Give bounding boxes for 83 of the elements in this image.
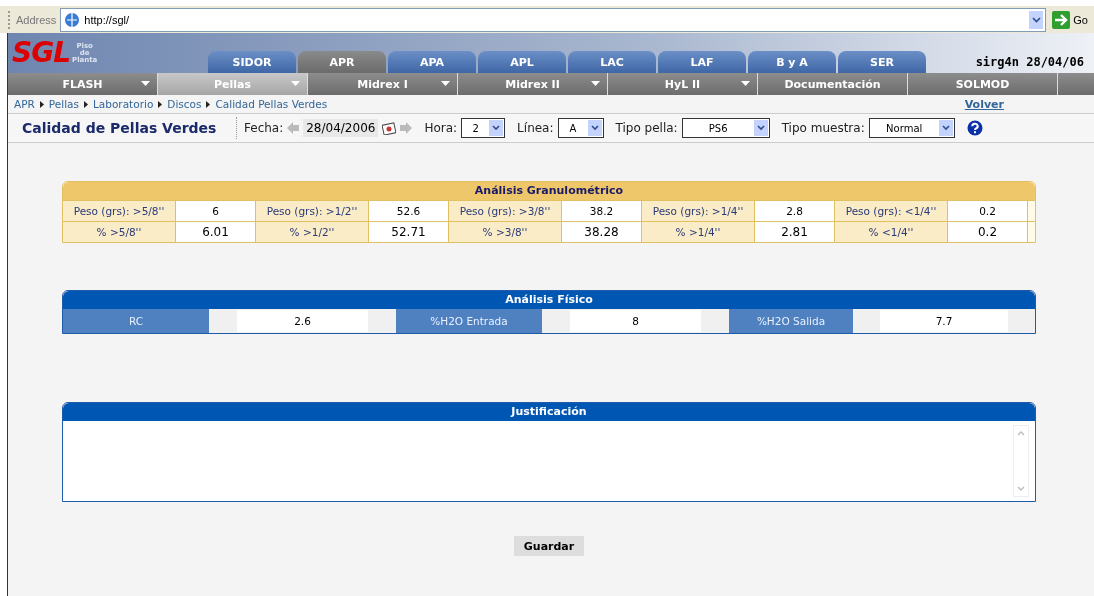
field-label: Tipo muestra: — [781, 121, 865, 135]
date-label: Fecha: — [244, 121, 284, 135]
table-cell: 0.2 — [948, 201, 1028, 221]
breadcrumb-link[interactable]: Pellas — [48, 98, 79, 110]
nav-tab[interactable]: APL — [478, 51, 566, 73]
arrow-icon — [84, 100, 88, 108]
select-field[interactable]: 2 — [461, 118, 506, 138]
globe-icon — [64, 11, 81, 28]
chevron-down-icon — [590, 125, 599, 131]
field-label: Tipo pella: — [615, 121, 678, 135]
table-label: Peso (grs): >3/8'' — [449, 201, 562, 221]
nav-tab[interactable]: SIDOR — [208, 51, 296, 73]
breadcrumb-link[interactable]: Calidad Pellas Verdes — [215, 98, 328, 110]
table-label: %H2O Entrada — [396, 309, 542, 333]
table-cell: 52.71 — [369, 222, 449, 242]
arrow-icon — [158, 100, 163, 108]
table-label: % >5/8'' — [63, 222, 176, 242]
address-field[interactable]: http://sgl/ — [60, 7, 1047, 32]
date-field[interactable]: 28/04/2006 — [303, 119, 379, 137]
chevron-down-icon — [492, 125, 501, 131]
table-label: Peso (grs): >5/8'' — [63, 201, 176, 221]
table-cell: 2.8 — [755, 201, 835, 221]
value-field[interactable]: 8 — [570, 310, 701, 332]
table-label: % >1/4'' — [642, 222, 755, 242]
table-title: Análisis Granulométrico — [63, 182, 1035, 200]
table-cell: 38.2 — [562, 201, 642, 221]
nav-tab[interactable]: APR — [298, 51, 386, 73]
nav-tab[interactable]: B y A — [748, 51, 836, 73]
breadcrumb-link[interactable]: Discos — [167, 98, 202, 110]
nav-tab[interactable]: LAC — [568, 51, 656, 73]
select-field[interactable]: A — [557, 118, 604, 138]
left-arrow-icon[interactable] — [287, 122, 300, 134]
table-label: % <1/4'' — [835, 222, 948, 242]
nav-tab[interactable]: APA — [388, 51, 476, 73]
table-label: Peso (grs): >1/4'' — [642, 201, 755, 221]
menu-item[interactable]: HyL II — [608, 73, 758, 95]
table-cell: 6.01 — [176, 222, 256, 242]
right-arrow-icon — [1052, 10, 1071, 29]
user-info: sirg4n 28/04/06 — [975, 55, 1084, 69]
nav-tab[interactable]: SER — [838, 51, 926, 73]
table-cell: 52.6 — [369, 201, 449, 221]
menu-item[interactable]: Documentación — [758, 73, 908, 95]
calendar-icon[interactable] — [382, 121, 397, 135]
nav-tab[interactable]: LAF — [658, 51, 746, 73]
table-label: Peso (grs): <1/4'' — [835, 201, 948, 221]
chevron-down-icon — [756, 125, 765, 131]
go-button[interactable]: Go — [1046, 10, 1094, 29]
breadcrumb-link[interactable]: APR — [14, 98, 35, 110]
table-label: RC — [63, 309, 209, 333]
scrollbar[interactable] — [1013, 425, 1029, 497]
value-field[interactable]: 2.6 — [237, 310, 368, 332]
table-cell: 0.2 — [948, 222, 1028, 242]
table-label: Peso (grs): >1/2'' — [256, 201, 369, 221]
panel-title: Justificación — [63, 403, 1035, 421]
field-label: Hora: — [424, 121, 458, 135]
table-label: % >1/2'' — [256, 222, 369, 242]
chevron-down-icon[interactable] — [1017, 486, 1025, 492]
address-label: Address — [16, 13, 57, 26]
dropdown-button[interactable] — [1029, 10, 1044, 29]
table-label: % >3/8'' — [449, 222, 562, 242]
select-field[interactable]: Normal — [868, 118, 955, 138]
table-title: Análisis Físico — [63, 291, 1035, 309]
table-cell: 6 — [176, 201, 256, 221]
chevron-down-icon — [941, 125, 950, 131]
table-label: %H2O Salida — [729, 309, 853, 333]
arrow-icon — [206, 100, 211, 108]
field-label: Línea: — [517, 121, 554, 135]
menu-item[interactable]: Midrex I — [308, 73, 458, 95]
back-link[interactable]: Volver — [964, 97, 1004, 111]
help-icon[interactable] — [966, 120, 983, 136]
select-field[interactable]: PS6 — [681, 118, 770, 138]
page-title: Calidad de Pellas Verdes — [22, 120, 218, 136]
breadcrumb-link[interactable]: Laboratorio — [93, 98, 154, 110]
arrow-icon — [39, 100, 44, 108]
chevron-down-icon — [1031, 16, 1041, 23]
save-button[interactable]: Guardar — [513, 536, 585, 556]
value-field[interactable]: 7.7 — [880, 310, 1008, 332]
menu-item[interactable]: Midrex II — [458, 73, 608, 95]
right-arrow-icon[interactable] — [400, 122, 413, 134]
chevron-up-icon[interactable] — [1017, 430, 1025, 436]
table-cell: 2.81 — [755, 222, 835, 242]
table-cell: 38.28 — [562, 222, 642, 242]
logo: SGL — [12, 38, 70, 68]
